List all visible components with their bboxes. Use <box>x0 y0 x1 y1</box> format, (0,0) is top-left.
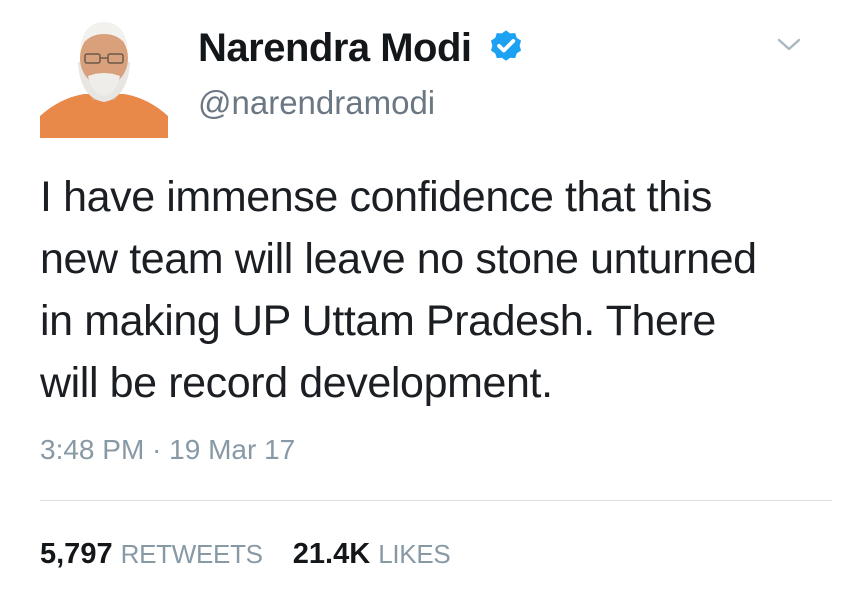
tweet-text-line: in making UP Uttam Pradesh. There <box>40 297 716 345</box>
verified-badge-icon <box>490 30 522 61</box>
avatar[interactable] <box>40 14 168 138</box>
tweet-text-line: I have immense confidence that this <box>40 173 712 221</box>
divider <box>40 500 832 501</box>
tweet-text: I have immense confidence that this new … <box>40 166 850 414</box>
tweet-stats: 5,797 RETWEETS 21.4K LIKES <box>40 538 472 571</box>
avatar-photo <box>40 14 168 138</box>
tweet-timestamp[interactable]: 3:48 PM · 19 Mar 17 <box>40 434 295 466</box>
chevron-down-icon[interactable] <box>776 34 802 54</box>
retweets-label: RETWEETS <box>120 539 263 569</box>
likes-count: 21.4K <box>292 538 371 570</box>
tweet-text-line: new team will leave no stone unturned <box>40 235 757 283</box>
tweet-text-line: will be record development. <box>40 359 553 407</box>
likes-stat[interactable]: 21.4K LIKES <box>293 538 451 570</box>
retweets-count: 5,797 <box>40 538 113 570</box>
author-name[interactable]: Narendra Modi <box>198 26 472 71</box>
tweet-card: Narendra Modi @narendramodi I have immen… <box>0 0 862 592</box>
likes-label: LIKES <box>378 539 451 569</box>
author-handle[interactable]: @narendramodi <box>198 84 435 122</box>
retweets-stat[interactable]: 5,797 RETWEETS <box>40 538 263 570</box>
